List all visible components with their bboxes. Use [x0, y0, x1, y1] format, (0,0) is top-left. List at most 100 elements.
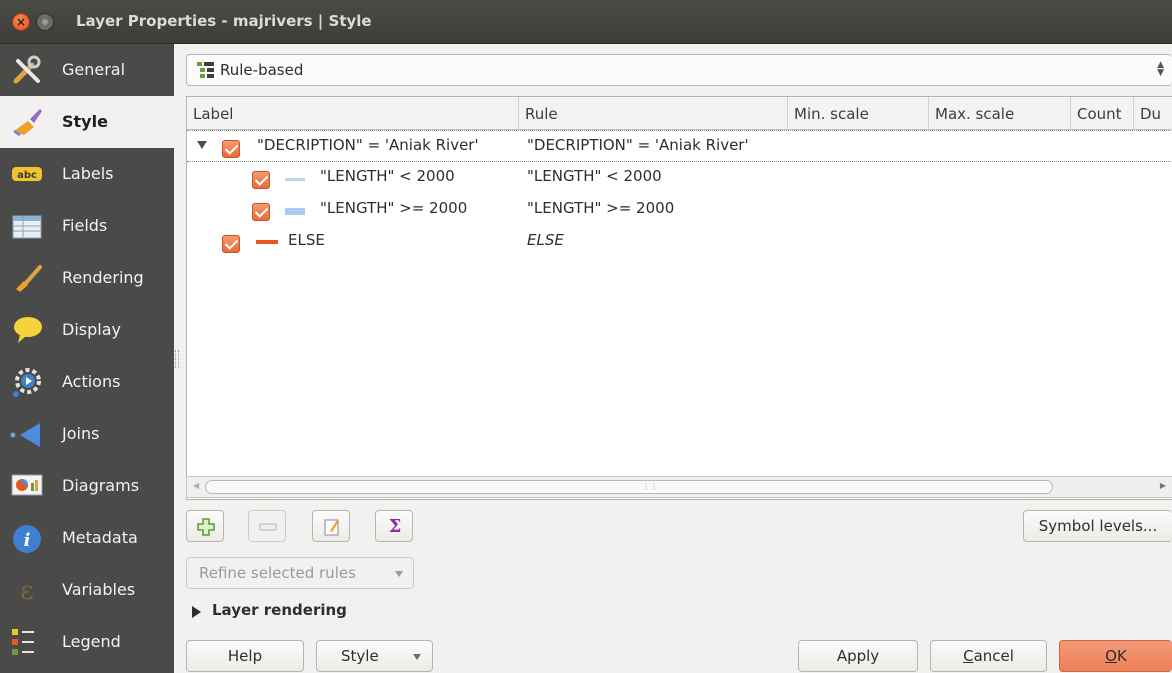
panel-splitter-handle[interactable] — [175, 350, 179, 368]
section-title: Layer rendering — [212, 601, 347, 619]
help-button[interactable]: Help — [186, 640, 304, 672]
line-symbol-swatch — [256, 240, 278, 244]
expand-arrow-icon[interactable] — [197, 141, 207, 149]
sidebar-item-label: Labels — [62, 164, 114, 183]
column-header-label[interactable]: Label — [187, 97, 519, 130]
rule-row[interactable]: "LENGTH" < 2000 "LENGTH" < 2000 — [187, 162, 1172, 194]
cancel-mnemonic: C — [963, 647, 974, 665]
legend-icon — [12, 629, 34, 655]
symbol-levels-button[interactable]: Symbol levels... — [1023, 510, 1172, 542]
rule-label: "LENGTH" >= 2000 — [320, 199, 468, 217]
paintbrush-icon — [16, 265, 42, 292]
sidebar-item-metadata[interactable]: i Metadata — [0, 512, 174, 564]
sidebar-item-label: Actions — [62, 372, 121, 391]
sidebar-item-diagrams[interactable]: Diagrams — [0, 460, 174, 512]
properties-sidebar: General Style abc Labels Fields Renderin… — [0, 44, 174, 673]
tools-icon — [13, 55, 41, 84]
scrollbar-thumb[interactable]: ⋮⋮ — [205, 480, 1053, 494]
rule-expression: "DECRIPTION" = 'Aniak River' — [527, 136, 749, 154]
line-symbol-swatch — [285, 178, 305, 181]
apply-button[interactable]: Apply — [798, 640, 918, 672]
epsilon-icon: ε — [20, 576, 33, 606]
speech-bubble-icon — [14, 317, 42, 343]
rule-expression: "LENGTH" < 2000 — [527, 167, 662, 185]
info-icon: i — [13, 525, 41, 553]
rule-checkbox[interactable] — [252, 203, 270, 221]
sigma-icon: Σ — [388, 516, 402, 537]
edit-rule-button[interactable] — [312, 510, 350, 542]
ok-mnemonic: O — [1105, 647, 1117, 665]
rule-expression: ELSE — [527, 231, 564, 249]
svg-text:ε: ε — [20, 576, 33, 606]
column-header-duplicate[interactable]: Du — [1134, 97, 1172, 130]
rule-checkbox[interactable] — [222, 235, 240, 253]
scroll-right-arrow-icon[interactable]: ▶ — [1160, 481, 1166, 490]
abc-label-icon: abc — [12, 167, 42, 181]
cancel-button[interactable]: Cancel — [930, 640, 1047, 672]
rule-based-icon — [197, 62, 214, 78]
sidebar-item-labels[interactable]: abc Labels — [0, 148, 174, 200]
rules-tree[interactable]: Label Rule Min. scale Max. scale Count D… — [186, 96, 1172, 500]
rule-label: ELSE — [288, 231, 325, 249]
sidebar-item-joins[interactable]: Joins — [0, 408, 174, 460]
rule-row[interactable]: ELSE ELSE — [187, 226, 1172, 258]
renderer-type-value: Rule-based — [220, 61, 304, 79]
sidebar-item-label: Legend — [62, 632, 121, 651]
scrollbar-grip-icon: ⋮⋮ — [642, 482, 658, 491]
sidebar-item-variables[interactable]: ε Variables — [0, 564, 174, 616]
rule-expression: "LENGTH" >= 2000 — [527, 199, 675, 217]
sidebar-item-actions[interactable]: Actions — [0, 356, 174, 408]
sigma-calculate-count-button[interactable]: Σ — [375, 510, 413, 542]
sidebar-item-label: General — [62, 60, 126, 79]
scroll-left-arrow-icon[interactable]: ◀ — [193, 481, 199, 490]
cancel-label: ancel — [973, 647, 1014, 665]
sidebar-item-rendering[interactable]: Rendering — [0, 252, 174, 304]
sidebar-item-label: Style — [62, 112, 108, 131]
chevron-down-icon — [413, 654, 421, 660]
refine-label: Refine selected rules — [199, 564, 356, 582]
chevron-down-icon — [395, 571, 403, 577]
rule-label: "LENGTH" < 2000 — [320, 167, 455, 185]
sidebar-item-style[interactable]: Style — [0, 96, 174, 148]
sidebar-item-label: Display — [62, 320, 121, 339]
column-header-count[interactable]: Count — [1071, 97, 1134, 130]
close-window-button[interactable]: × — [12, 13, 30, 31]
minimize-window-button[interactable] — [36, 13, 54, 31]
column-header-max-scale[interactable]: Max. scale — [929, 97, 1071, 130]
rule-row[interactable]: "DECRIPTION" = 'Aniak River' "DECRIPTION… — [187, 130, 1172, 162]
rule-row[interactable]: "LENGTH" >= 2000 "LENGTH" >= 2000 — [187, 194, 1172, 226]
sidebar-item-label: Metadata — [62, 528, 138, 547]
horizontal-scrollbar[interactable]: ◀ ⋮⋮ ▶ — [186, 476, 1172, 498]
svg-text:abc: abc — [17, 170, 37, 181]
sidebar-item-label: Joins — [62, 424, 100, 443]
diagram-icon — [11, 474, 43, 496]
rule-checkbox[interactable] — [222, 140, 240, 158]
remove-rule-button[interactable] — [248, 510, 286, 542]
sidebar-item-label: Diagrams — [62, 476, 140, 495]
sidebar-item-label: Rendering — [62, 268, 144, 287]
column-header-rule[interactable]: Rule — [519, 97, 788, 130]
renderer-type-select[interactable]: Rule-based ▲ ▼ — [186, 54, 1172, 86]
ok-button[interactable]: OK — [1059, 640, 1172, 672]
expand-arrow-icon — [192, 606, 201, 618]
remove-rule-icon — [259, 523, 277, 531]
sidebar-item-display[interactable]: Display — [0, 304, 174, 356]
sidebar-item-general[interactable]: General — [0, 44, 174, 96]
add-rule-button[interactable] — [186, 510, 224, 542]
sidebar-item-fields[interactable]: Fields — [0, 200, 174, 252]
style-menu-button[interactable]: Style — [316, 640, 433, 672]
joins-arrow-icon — [10, 423, 40, 447]
add-rule-icon — [197, 518, 215, 536]
title-bar: × Layer Properties - majrivers | Style — [0, 0, 1172, 44]
column-header-min-scale[interactable]: Min. scale — [788, 97, 929, 130]
rules-table-header: Label Rule Min. scale Max. scale Count D… — [187, 97, 1172, 130]
style-button-label: Style — [341, 647, 379, 665]
edit-rule-icon — [324, 519, 339, 536]
updown-chevron-icon: ▲ ▼ — [1157, 60, 1164, 78]
table-icon — [12, 215, 42, 239]
refine-selected-rules-button[interactable]: Refine selected rules — [186, 557, 414, 589]
sidebar-item-legend[interactable]: Legend — [0, 616, 174, 668]
rule-checkbox[interactable] — [252, 171, 270, 189]
line-symbol-swatch — [285, 208, 305, 215]
svg-text:i: i — [24, 530, 31, 551]
